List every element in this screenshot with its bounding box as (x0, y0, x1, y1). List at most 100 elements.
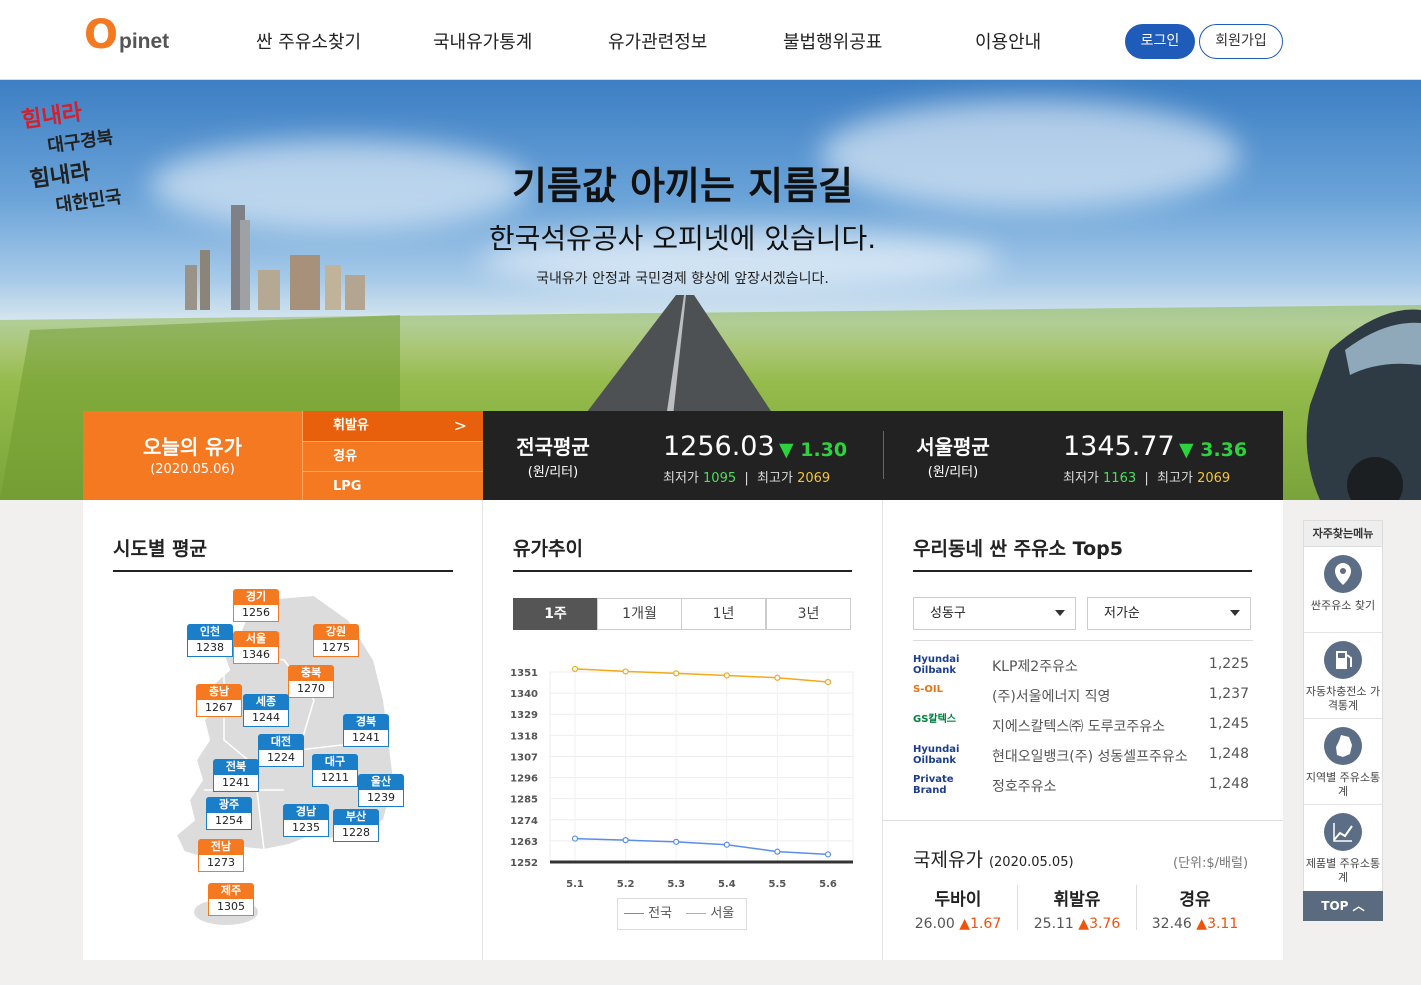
tab-gasoline[interactable]: 휘발유 > (302, 411, 483, 441)
tab-lpg[interactable]: LPG (302, 471, 483, 500)
region-marker[interactable]: 제주 1305 (208, 883, 254, 916)
region-marker[interactable]: 전북 1241 (213, 759, 259, 792)
divider (882, 500, 883, 960)
opinet-logo[interactable]: O pinet (84, 12, 184, 58)
region-marker[interactable]: 울산 1239 (358, 774, 404, 807)
region-marker[interactable]: 광주 1254 (206, 797, 252, 830)
data-point (824, 678, 832, 686)
top5-title: 우리동네 싼 주유소 Top5 (913, 538, 1123, 560)
tab-1week[interactable]: 1주 (513, 598, 598, 630)
quick-menu: 자주찾는메뉴 싼주유소 찾기 자동차충전소 가격통계 지역별 주유소통계 제품별… (1303, 520, 1383, 920)
station-row[interactable]: Private Brand 정호주유소 1,248 (913, 770, 1253, 800)
seoul-avg-diff: ▼ 3.36 (1179, 439, 1248, 461)
region-name: 강원 (313, 624, 359, 640)
logo-text: pinet (119, 30, 170, 53)
region-marker[interactable]: 충북 1270 (288, 665, 334, 698)
legend-national: 전국 (648, 906, 673, 921)
quick-product-stats[interactable]: 제품별 주유소통계 (1304, 805, 1382, 891)
nav-price-info[interactable]: 유가관련정보 (608, 28, 707, 54)
national-avg-value: 1256.03 (663, 431, 775, 462)
region-name: 전북 (213, 759, 259, 775)
region-name: 부산 (333, 809, 379, 825)
region-marker[interactable]: 경북 1241 (343, 714, 389, 747)
quick-charging-stats[interactable]: 자동차충전소 가격통계 (1304, 633, 1382, 719)
data-point (824, 851, 832, 858)
login-button[interactable]: 로그인 (1125, 24, 1195, 59)
region-marker[interactable]: 전남 1273 (198, 839, 244, 872)
today-title: 오늘의 유가 (143, 435, 242, 459)
region-marker[interactable]: 충남 1267 (196, 684, 242, 717)
data-point (723, 672, 730, 679)
region-price: 1273 (198, 855, 244, 872)
nav-cheap-station[interactable]: 싼 주유소찾기 (256, 28, 361, 54)
tab-3year[interactable]: 3년 (766, 598, 851, 630)
region-price: 1224 (258, 750, 304, 767)
region-marker[interactable]: 부산 1228 (333, 809, 379, 842)
district-select[interactable]: 성동구 (913, 597, 1076, 630)
region-marker[interactable]: 대구 1211 (312, 754, 358, 787)
region-marker[interactable]: 서울 1346 (233, 631, 279, 664)
average-price-box: 전국평균 (원/리터) 1256.03 ▼ 1.30 최저가 1095 | 최고… (483, 411, 1283, 500)
region-marker[interactable]: 대전 1224 (258, 734, 304, 767)
brand-logo: Hyundai Oilbank (913, 654, 960, 676)
region-name: 세종 (243, 694, 289, 710)
order-select[interactable]: 저가순 (1087, 597, 1251, 630)
region-marker[interactable]: 인천 1238 (187, 624, 233, 657)
quick-region-stats[interactable]: 지역별 주유소통계 (1304, 719, 1382, 805)
region-price: 1244 (243, 710, 289, 727)
seoul-avg-unit: (원/리터) (927, 465, 979, 480)
station-row[interactable]: S-OIL (주)서울에너지 직영 1,237 (913, 680, 1253, 710)
today-price-box: 오늘의 유가 (2020.05.06) (83, 411, 302, 500)
station-name: (주)서울에너지 직영 (992, 689, 1111, 705)
station-name: 현대오일뱅크(주) 성동셀프주유소 (992, 749, 1188, 765)
region-price: 1241 (213, 775, 259, 792)
top-button[interactable]: TOP ︿ (1303, 891, 1383, 921)
tab-diesel[interactable]: 경유 (302, 441, 483, 471)
station-row[interactable]: GS칼텍스 지에스칼텍스㈜ 도루코주유소 1,245 (913, 710, 1253, 740)
seoul-min-max: 최저가 1163 | 최고가 2069 (1063, 471, 1231, 486)
seoul-avg-value: 1345.77 (1063, 431, 1175, 462)
nav-usage-guide[interactable]: 이용안내 (975, 28, 1041, 54)
plot-area (549, 671, 854, 863)
region-name: 인천 (187, 624, 233, 640)
nav-domestic-stats[interactable]: 국내유가통계 (433, 28, 532, 54)
divider (883, 431, 884, 479)
price-trend-chart: 1351 1340 1329 1318 1307 1296 1285 1274 1263 1252… (510, 665, 854, 890)
region-price: 1211 (312, 770, 358, 787)
legend-seoul: 서울 (710, 906, 735, 921)
station-price: 1,248 (1208, 776, 1249, 792)
caret-down-icon (1230, 610, 1240, 616)
region-price: 1275 (313, 640, 359, 657)
chevron-up-icon: ︿ (1352, 899, 1365, 913)
sido-title: 시도별 평균 (113, 538, 208, 560)
brand-logo: Hyundai Oilbank (913, 744, 960, 766)
intl-unit: (단위:$/배럴) (1173, 856, 1249, 871)
region-name: 광주 (206, 797, 252, 813)
divider (482, 500, 483, 960)
station-name: KLP제2주유소 (992, 659, 1078, 675)
fuel-pump-icon (1324, 641, 1362, 679)
tab-1year[interactable]: 1년 (681, 598, 766, 630)
x-tick-label: 5.5 (769, 879, 787, 890)
hero-subtitle: 한국석유공사 오피넷에 있습니다. (488, 222, 877, 255)
data-point (774, 848, 781, 855)
station-row[interactable]: Hyundai Oilbank KLP제2주유소 1,225 (913, 650, 1253, 680)
data-point (673, 670, 680, 677)
station-row[interactable]: Hyundai Oilbank 현대오일뱅크(주) 성동셀프주유소 1,248 (913, 740, 1253, 770)
region-marker[interactable]: 경남 1235 (283, 804, 329, 837)
region-price: 1238 (187, 640, 233, 657)
quick-cheap-station[interactable]: 싼주유소 찾기 (1304, 547, 1382, 633)
region-name: 전남 (198, 839, 244, 855)
title-underline (913, 570, 1252, 572)
region-marker[interactable]: 경기 1256 (233, 589, 279, 622)
join-button[interactable]: 회원가입 (1199, 24, 1283, 59)
region-marker[interactable]: 세종 1244 (243, 694, 289, 727)
divider (883, 820, 1283, 821)
title-underline (513, 570, 852, 572)
seoul-avg-label: 서울평균 (916, 435, 990, 459)
region-marker[interactable]: 강원 1275 (313, 624, 359, 657)
region-name: 충북 (288, 665, 334, 681)
brand-logo: Private Brand (913, 774, 954, 796)
tab-1month[interactable]: 1개월 (597, 598, 682, 630)
nav-illegal-disclosure[interactable]: 불법행위공표 (783, 28, 882, 54)
